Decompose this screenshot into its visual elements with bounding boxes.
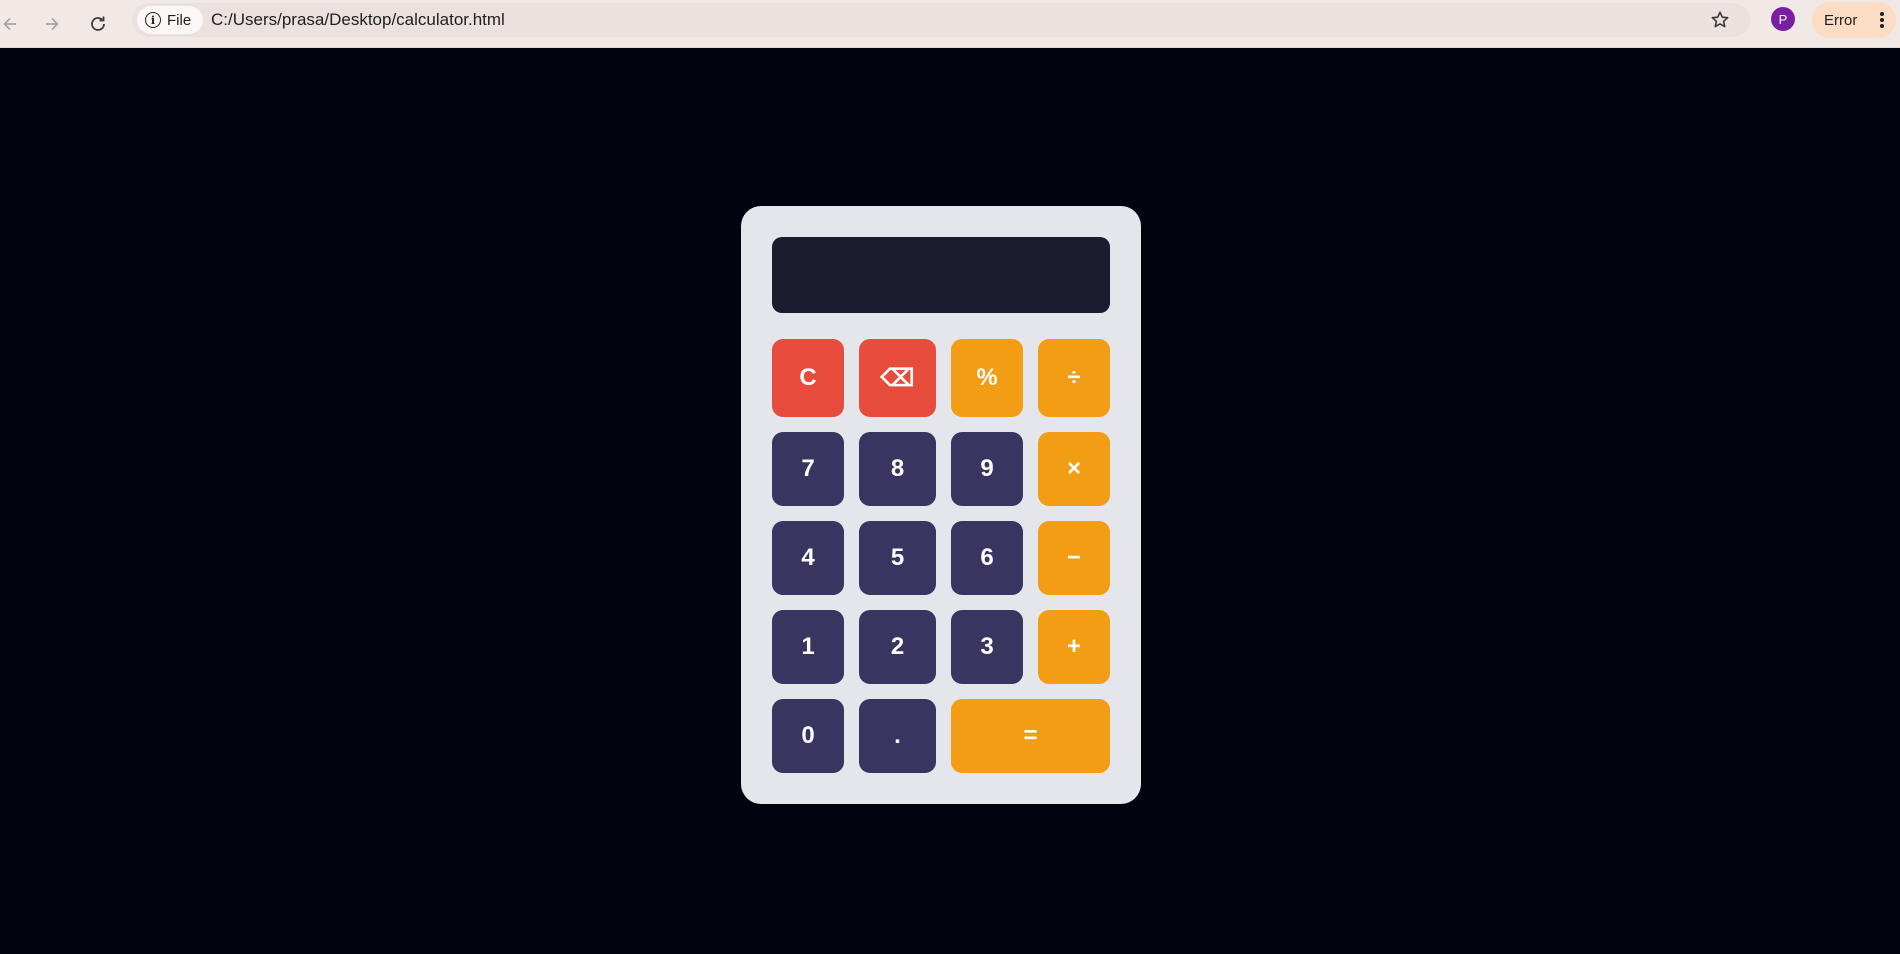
browser-toolbar: i File C:/Users/prasa/Desktop/calculator… [0,0,1900,48]
digit-5-button[interactable]: 5 [859,521,936,595]
digit-0-button[interactable]: 0 [772,699,844,773]
digit-8-button[interactable]: 8 [859,432,936,506]
site-info-chip[interactable]: i File [137,6,204,34]
error-menu-button[interactable]: Error [1812,2,1896,38]
forward-icon[interactable] [36,8,68,40]
backspace-button[interactable]: ⌫ [859,339,936,417]
percent-button[interactable]: % [951,339,1023,417]
site-info-label: File [167,11,192,29]
add-button[interactable]: + [1038,610,1110,684]
digit-7-button[interactable]: 7 [772,432,844,506]
profile-avatar[interactable]: P [1771,7,1795,31]
more-vert-icon [1880,12,1884,28]
clear-button[interactable]: C [772,339,844,417]
digit-2-button[interactable]: 2 [859,610,936,684]
digit-6-button[interactable]: 6 [951,521,1023,595]
address-url[interactable]: C:/Users/prasa/Desktop/calculator.html [211,8,505,32]
digit-4-button[interactable]: 4 [772,521,844,595]
reload-icon[interactable] [82,8,114,40]
calculator: C ⌫ % ÷ 7 8 9 × 4 5 6 − 1 2 3 + 0 . = [741,206,1141,804]
info-icon: i [145,12,161,28]
divide-button[interactable]: ÷ [1038,339,1110,417]
digit-9-button[interactable]: 9 [951,432,1023,506]
calculator-display [772,237,1110,313]
decimal-button[interactable]: . [859,699,936,773]
back-icon[interactable] [0,8,26,40]
multiply-button[interactable]: × [1038,432,1110,506]
digit-3-button[interactable]: 3 [951,610,1023,684]
equals-button[interactable]: = [951,699,1110,773]
error-label: Error [1824,11,1858,29]
bookmark-star-icon[interactable] [1706,6,1734,34]
digit-1-button[interactable]: 1 [772,610,844,684]
subtract-button[interactable]: − [1038,521,1110,595]
